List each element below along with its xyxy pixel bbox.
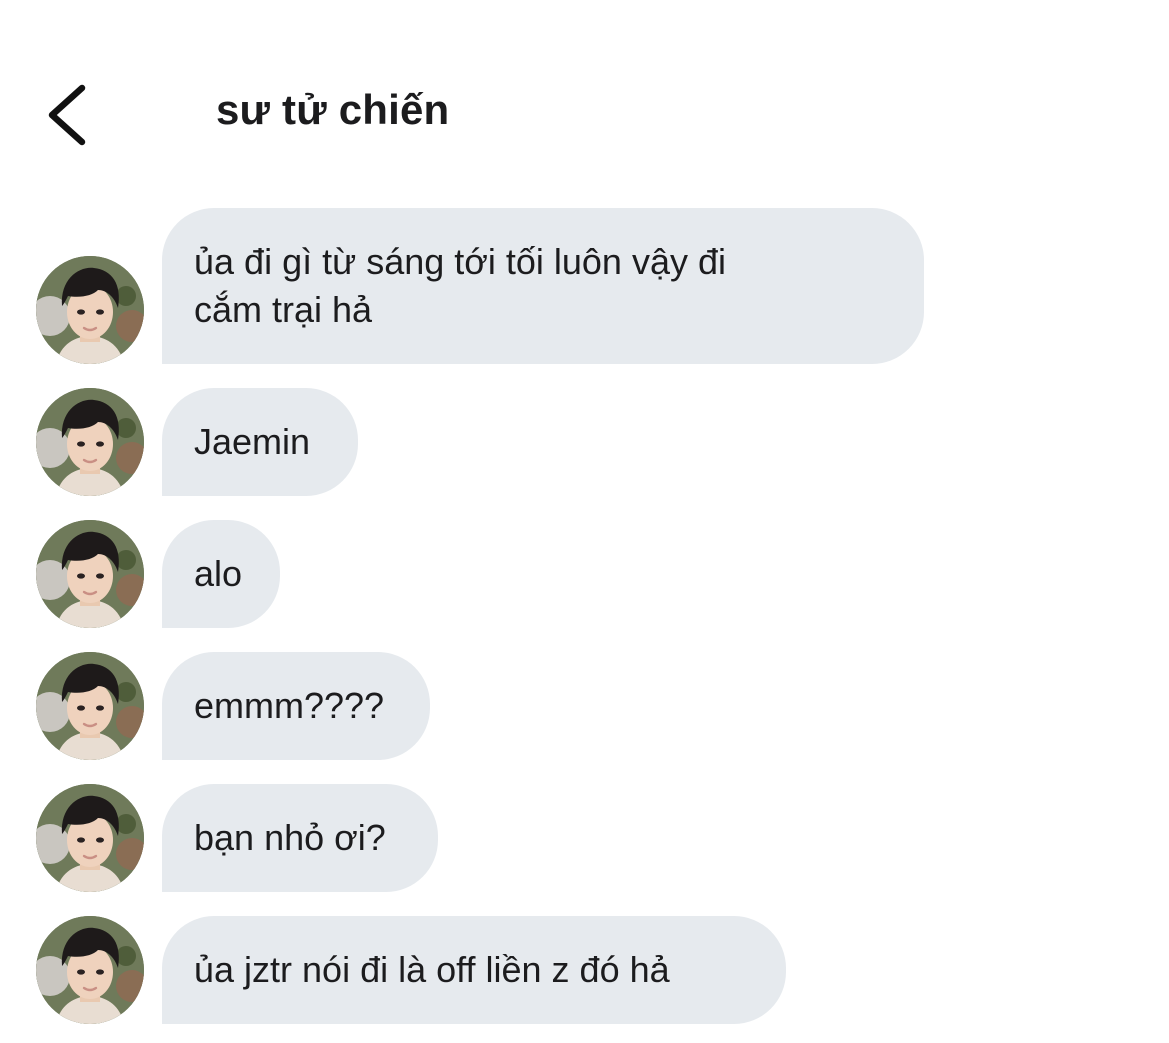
message-text: emmm???? bbox=[194, 685, 385, 726]
avatar[interactable] bbox=[36, 256, 144, 364]
avatar[interactable] bbox=[36, 652, 144, 760]
message-bubble[interactable]: ủa đi gì từ sáng tới tối luôn vậy đi cắm… bbox=[162, 208, 924, 364]
message-bubble[interactable]: bạn nhỏ ơi? bbox=[162, 784, 438, 892]
message-text: alo bbox=[194, 553, 243, 594]
list-item: ủa đi gì từ sáng tới tối luôn vậy đi cắm… bbox=[0, 208, 1169, 364]
avatar[interactable] bbox=[36, 784, 144, 892]
avatar-image bbox=[36, 916, 144, 1024]
avatar-image bbox=[36, 256, 144, 364]
list-item: bạn nhỏ ơi? bbox=[0, 784, 1169, 892]
message-bubble[interactable]: Jaemin bbox=[162, 388, 358, 496]
message-text: Jaemin bbox=[194, 421, 311, 462]
list-item: Jaemin bbox=[0, 388, 1169, 496]
avatar-image bbox=[36, 520, 144, 628]
message-text: bạn nhỏ ơi? bbox=[194, 817, 386, 858]
message-bubble[interactable]: alo bbox=[162, 520, 280, 628]
message-text: ủa jztr nói đi là off liền z đó hả bbox=[194, 949, 670, 990]
message-bubble[interactable]: ủa jztr nói đi là off liền z đó hả bbox=[162, 916, 786, 1024]
message-thread: ủa đi gì từ sáng tới tối luôn vậy đi cắm… bbox=[0, 0, 1169, 1043]
message-bubble[interactable]: emmm???? bbox=[162, 652, 430, 760]
avatar-image bbox=[36, 652, 144, 760]
avatar[interactable] bbox=[36, 388, 144, 496]
list-item: ủa jztr nói đi là off liền z đó hả bbox=[0, 916, 1169, 1024]
avatar[interactable] bbox=[36, 520, 144, 628]
avatar-image bbox=[36, 784, 144, 892]
avatar-image bbox=[36, 388, 144, 496]
message-text: ủa đi gì từ sáng tới tối luôn vậy đi cắm… bbox=[194, 241, 727, 330]
list-item: emmm???? bbox=[0, 652, 1169, 760]
avatar[interactable] bbox=[36, 916, 144, 1024]
list-item: alo bbox=[0, 520, 1169, 628]
